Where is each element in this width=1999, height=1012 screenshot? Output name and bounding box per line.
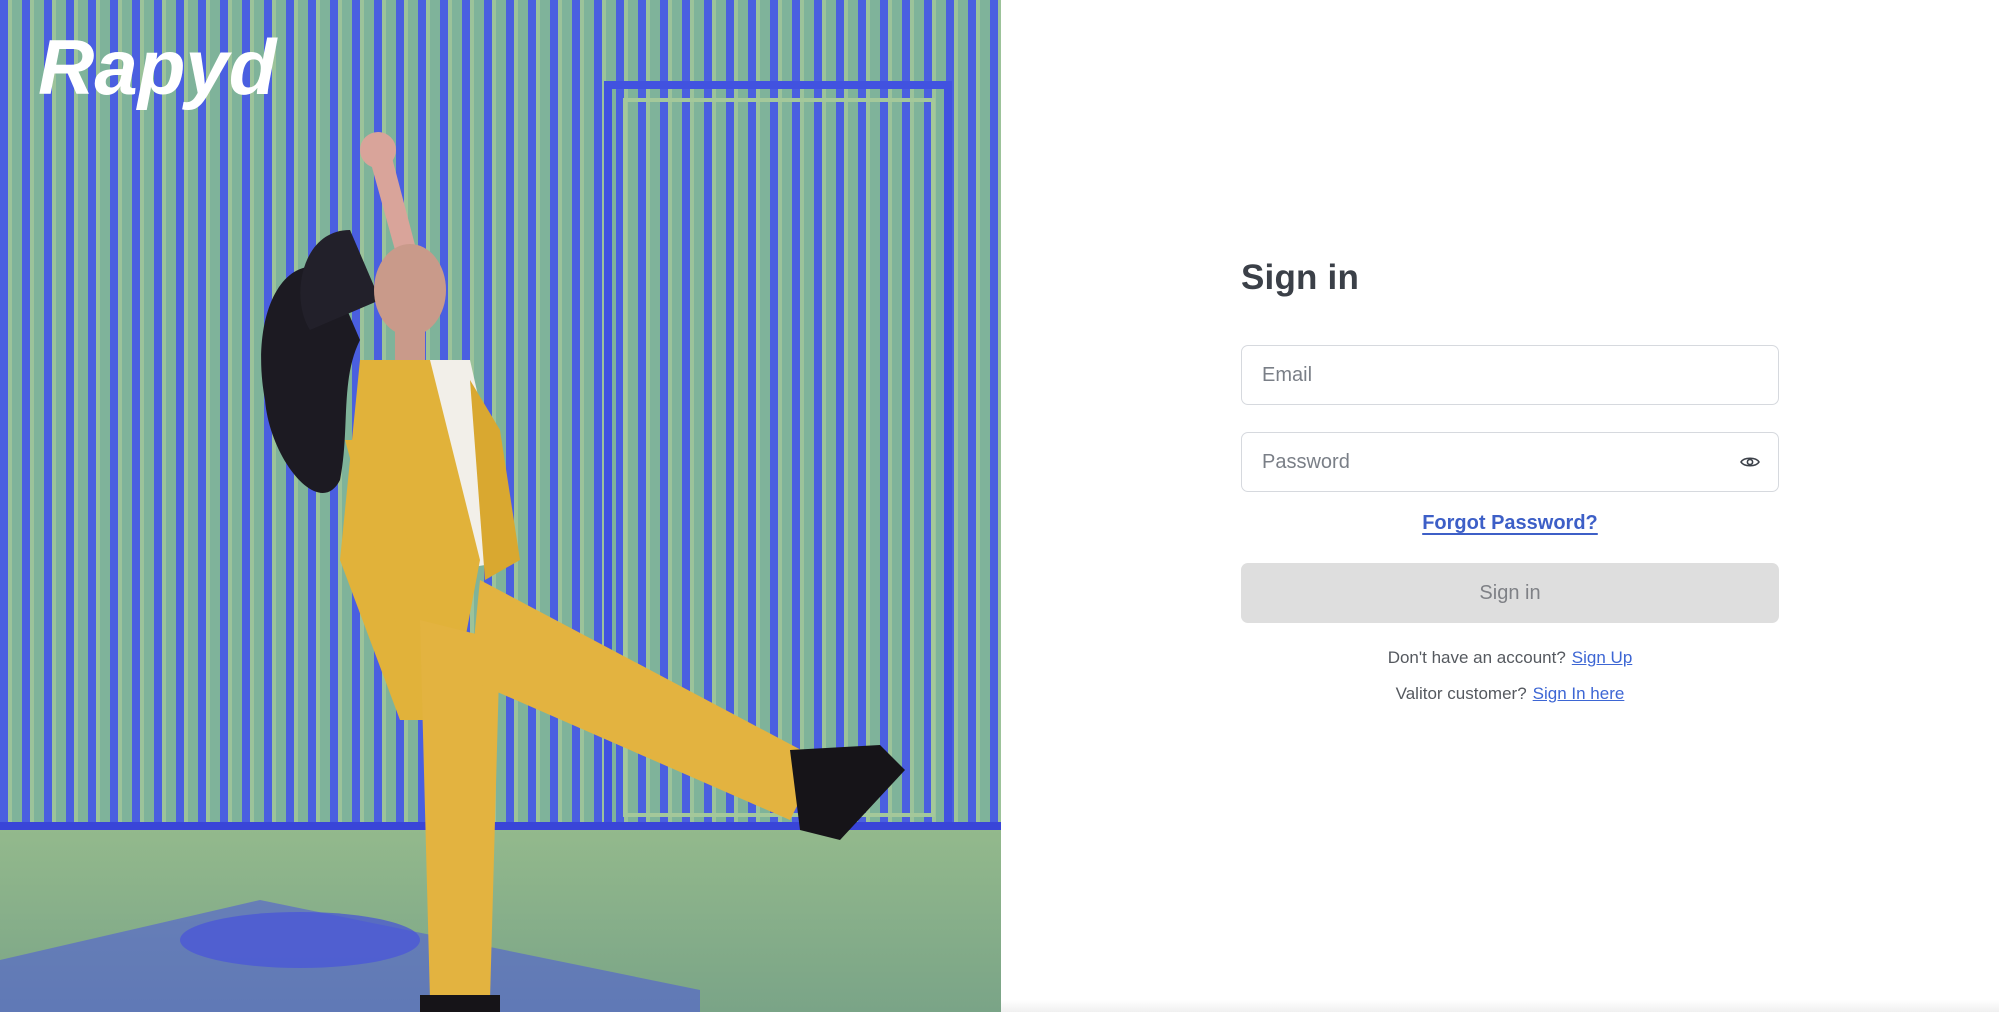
page-title: Sign in xyxy=(1241,258,1360,297)
hero-illustration xyxy=(0,0,1001,1012)
valitor-row: Valitor customer? Sign In here xyxy=(1241,684,1779,704)
sign-in-page: Rapyd Sign in Forgot Password? Sign in D… xyxy=(0,0,1999,1012)
signup-prompt: Don't have an account? xyxy=(1387,648,1566,667)
email-field-wrapper xyxy=(1241,345,1779,405)
eye-icon[interactable] xyxy=(1740,455,1760,469)
password-field[interactable] xyxy=(1242,433,1778,491)
rapyd-logo: Rapyd xyxy=(38,26,290,112)
signup-row: Don't have an account? Sign Up xyxy=(1241,648,1779,668)
forgot-password-row: Forgot Password? xyxy=(1241,512,1779,535)
valitor-prompt: Valitor customer? xyxy=(1395,684,1527,703)
hero-image: Rapyd xyxy=(0,0,1001,1012)
rapyd-logo-mark: Rapyd xyxy=(38,26,278,111)
sign-in-form: Sign in Forgot Password? Sign in Don't h… xyxy=(1241,0,1779,1012)
valitor-sign-in-link[interactable]: Sign In here xyxy=(1533,684,1625,703)
sign-in-button[interactable]: Sign in xyxy=(1241,563,1779,623)
email-field[interactable] xyxy=(1242,346,1778,404)
forgot-password-link[interactable]: Forgot Password? xyxy=(1422,512,1598,534)
bottom-edge xyxy=(1001,1000,1999,1012)
svg-text:Rapyd: Rapyd xyxy=(38,26,278,111)
password-field-wrapper xyxy=(1241,432,1779,492)
sign-up-link[interactable]: Sign Up xyxy=(1572,648,1632,667)
